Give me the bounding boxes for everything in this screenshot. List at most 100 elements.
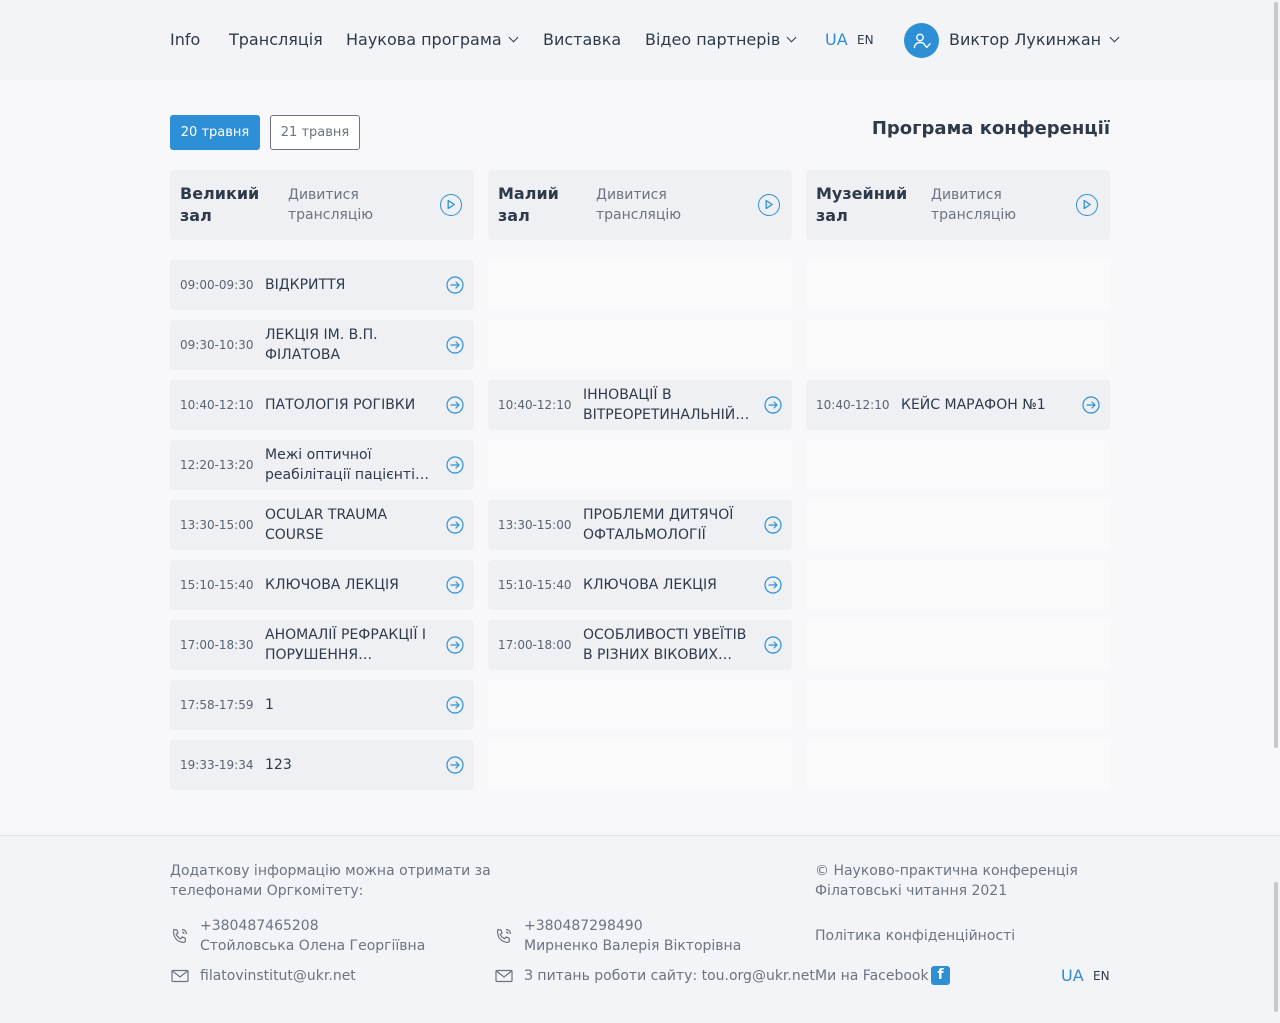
contact-name: Мирненко Валерія Вікторівна [524, 938, 742, 954]
arrow-right-circle-icon[interactable] [446, 456, 464, 474]
session-time: 19:33-19:34 [180, 758, 254, 772]
arrow-right-circle-icon[interactable] [764, 516, 782, 534]
session-title: КЕЙС МАРАФОН №1 [901, 397, 1046, 413]
arrow-right-circle-icon[interactable] [446, 756, 464, 774]
empty-slot [806, 260, 1110, 310]
session-card[interactable]: 09:30-10:30 ЛЕКЦІЯ ІМ. В.П. ФІЛАТОВА [170, 320, 474, 370]
arrow-right-circle-icon[interactable] [446, 336, 464, 354]
hall-header-museum: Музейний зал Дивитися трансляцію [806, 170, 1110, 240]
nav-broadcast[interactable]: Трансляція [229, 30, 323, 50]
empty-slot [488, 680, 792, 730]
copyright-line: © Науково-практична конференція [815, 863, 1078, 879]
session-card[interactable]: 10:40-12:10 ПАТОЛОГІЯ РОГІВКИ [170, 380, 474, 430]
session-time: 15:10-15:40 [180, 578, 254, 592]
session-card[interactable]: 09:00-09:30 ВІДКРИТТЯ [170, 260, 474, 310]
user-menu[interactable]: Виктор Лукинжан [949, 30, 1120, 49]
session-time: 10:40-12:10 [816, 398, 890, 412]
chevron-down-icon [1109, 32, 1120, 43]
scrollbar[interactable] [1274, 882, 1278, 1012]
empty-slot [806, 740, 1110, 790]
day-tab-20[interactable]: 20 травня [170, 115, 260, 150]
session-time: 13:30-15:00 [498, 518, 572, 532]
arrow-right-circle-icon[interactable] [446, 696, 464, 714]
empty-slot [806, 620, 1110, 670]
footer-info-line: телефонами Оргкомітету: [170, 883, 364, 899]
watch-broadcast-link[interactable]: Дивитися трансляцію [288, 185, 398, 225]
session-time: 09:00-09:30 [180, 278, 254, 292]
session-title: OCULAR TRAUMA COURSE [265, 507, 388, 543]
contact-phone-link[interactable]: +380487298490 [524, 916, 643, 936]
session-title: Межі оптичної реабілітації пацієнтів з к… [265, 447, 424, 483]
session-card[interactable]: 12:20-13:20 Межі оптичної реабілітації па… [170, 440, 474, 490]
session-card[interactable]: 13:30-15:00 ПРОБЛЕМИ ДИТЯЧОЇ ОФТАЛЬМОЛОГІ… [488, 500, 792, 550]
lang-en-link[interactable]: EN [857, 33, 874, 47]
session-time: 13:30-15:00 [180, 518, 254, 532]
arrow-right-circle-icon[interactable] [446, 396, 464, 414]
facebook-link[interactable]: Ми на Facebook [815, 966, 929, 986]
session-title: ВІДКРИТТЯ [265, 277, 346, 293]
session-title: ПАТОЛОГІЯ РОГІВКИ [265, 397, 416, 413]
page-title: Програма конференції [871, 118, 1110, 139]
session-card[interactable]: 17:00-18:30 АНОМАЛІЇ РЕФРАКЦІЇ І ПОРУШЕНН… [170, 620, 474, 670]
user-check-icon[interactable] [904, 23, 939, 58]
nav-partner-videos[interactable]: Відео партнерів [645, 30, 797, 50]
phone-icon [496, 928, 512, 944]
play-icon[interactable] [440, 194, 462, 216]
footer-lang-ua-link[interactable]: UA [1061, 966, 1084, 985]
arrow-right-circle-icon[interactable] [446, 636, 464, 654]
session-time: 17:00-18:30 [180, 638, 254, 652]
play-icon[interactable] [1076, 194, 1098, 216]
nav-exhibition[interactable]: Виставка [543, 30, 621, 50]
session-card[interactable]: 17:58-17:59 1 [170, 680, 474, 730]
session-time: 10:40-12:10 [180, 398, 254, 412]
session-card[interactable]: 10:40-12:10 ІННОВАЦІЇ В ВІТРЕОРЕТИНАЛЬНІЙ… [488, 380, 792, 430]
session-title: ІННОВАЦІЇ В ВІТРЕОРЕТИНАЛЬНІЙ ХІРУРГІЇ [583, 387, 736, 423]
nav-info[interactable]: Info [170, 30, 200, 50]
session-time: 17:58-17:59 [180, 698, 254, 712]
mail-icon [495, 969, 513, 983]
empty-slot [806, 560, 1110, 610]
session-card[interactable]: 15:10-15:40 КЛЮЧОВА ЛЕКЦІЯ [170, 560, 474, 610]
support-email-link[interactable]: З питань роботи сайту: tou.org@ukr.net [524, 966, 815, 986]
chevron-down-icon [508, 32, 519, 43]
session-time: 12:20-13:20 [180, 458, 254, 472]
hall-name: Малий зал [498, 184, 559, 225]
phone-icon [172, 928, 188, 944]
session-title: 1 [265, 697, 274, 713]
arrow-right-circle-icon[interactable] [446, 576, 464, 594]
arrow-right-circle-icon[interactable] [1082, 396, 1100, 414]
nav-label: Наукова програма [346, 30, 502, 49]
arrow-right-circle-icon[interactable] [446, 276, 464, 294]
nav-scientific-program[interactable]: Наукова програма [346, 30, 519, 50]
session-title: КЛЮЧОВА ЛЕКЦІЯ [265, 577, 399, 593]
hall-name: Музейний зал [816, 184, 908, 225]
email-link[interactable]: filatovinstitut@ukr.net [200, 966, 356, 986]
arrow-right-circle-icon[interactable] [764, 576, 782, 594]
empty-slot [806, 680, 1110, 730]
lang-ua-link[interactable]: UA [825, 30, 848, 49]
contact-phone-link[interactable]: +380487465208 [200, 916, 319, 936]
top-header: Info Трансляція Наукова програма Виставк… [0, 0, 1280, 80]
footer-lang-en-link[interactable]: EN [1093, 969, 1110, 983]
hall-header-great: Великий зал Дивитися трансляцію [170, 170, 474, 240]
privacy-policy-link[interactable]: Політика конфіденційності [815, 926, 1015, 946]
watch-broadcast-link[interactable]: Дивитися трансляцію [596, 185, 706, 225]
arrow-right-circle-icon[interactable] [764, 636, 782, 654]
session-card[interactable]: 15:10-15:40 КЛЮЧОВА ЛЕКЦІЯ [488, 560, 792, 610]
session-title: ПРОБЛЕМИ ДИТЯЧОЇ ОФТАЛЬМОЛОГІЇ [583, 507, 734, 543]
session-card[interactable]: 13:30-15:00 OCULAR TRAUMA COURSE [170, 500, 474, 550]
session-card[interactable]: 10:40-12:10 КЕЙС МАРАФОН №1 [806, 380, 1110, 430]
scrollbar[interactable] [1274, 2, 1278, 748]
arrow-right-circle-icon[interactable] [764, 396, 782, 414]
arrow-right-circle-icon[interactable] [446, 516, 464, 534]
empty-slot [488, 740, 792, 790]
session-time: 15:10-15:40 [498, 578, 572, 592]
facebook-icon[interactable]: f [931, 966, 950, 985]
watch-broadcast-link[interactable]: Дивитися трансляцію [931, 185, 1041, 225]
session-card[interactable]: 19:33-19:34 123 [170, 740, 474, 790]
play-icon[interactable] [758, 194, 780, 216]
session-card[interactable]: 17:00-18:00 ОСОБЛИВОСТІ УВЕЇТІВ В РІЗНИХ … [488, 620, 792, 670]
day-tab-21[interactable]: 21 травня [270, 115, 360, 150]
footer-info-line: Додаткову інформацію можна отримати за [170, 863, 491, 879]
session-title: ОСОБЛИВОСТІ УВЕЇТІВ В РІЗНИХ ВІКОВИХ ГРУ… [583, 627, 747, 663]
